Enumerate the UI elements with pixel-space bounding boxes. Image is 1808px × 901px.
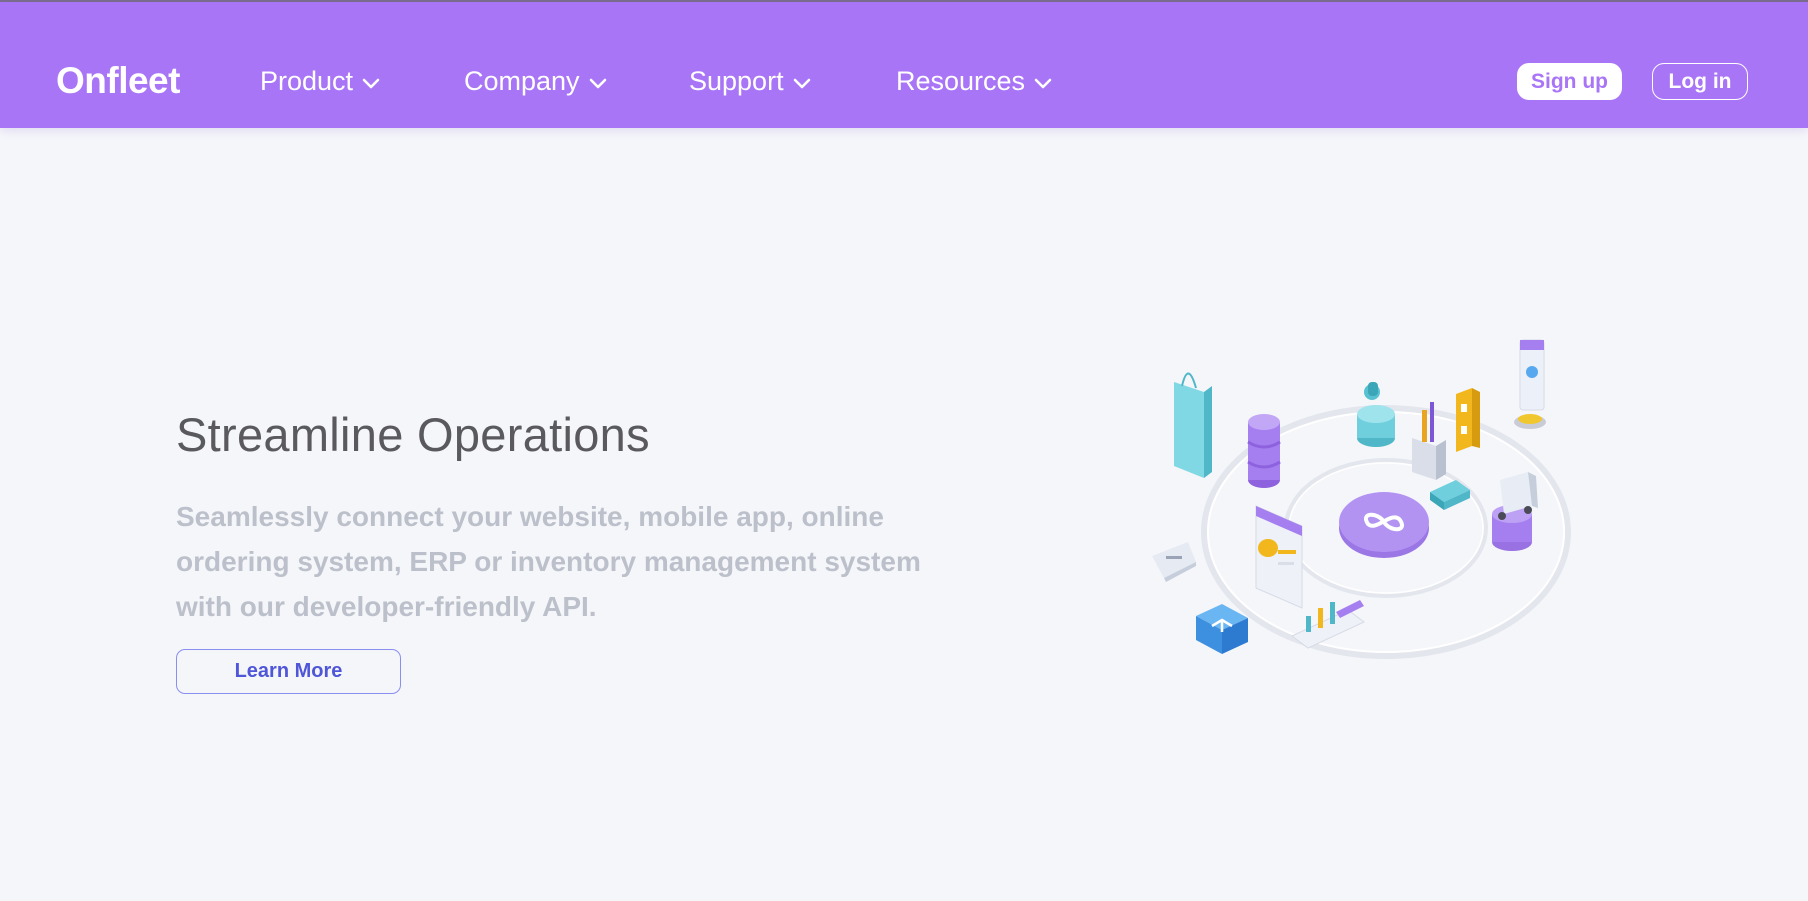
chat-bubble-icon xyxy=(1152,542,1196,582)
chevron-down-icon xyxy=(1034,78,1052,88)
scooter-icon xyxy=(1357,382,1395,447)
chevron-down-icon xyxy=(793,78,810,88)
shopping-bag-icon xyxy=(1174,372,1212,478)
truck-icon xyxy=(1492,472,1538,551)
nav-item-product[interactable]: Product xyxy=(260,66,381,97)
warehouse-icon xyxy=(1456,388,1480,452)
nav-item-resources[interactable]: Resources xyxy=(896,66,1053,97)
brand-logo[interactable]: Onfleet xyxy=(56,60,180,102)
api-integration-illustration xyxy=(1152,339,1571,659)
database-icon xyxy=(1247,414,1281,488)
nav-item-label: Product xyxy=(260,66,354,96)
chevron-down-icon xyxy=(362,78,380,88)
sign-up-button[interactable]: Sign up xyxy=(1517,63,1622,100)
hero-description: Seamlessly connect your website, mobile … xyxy=(176,501,921,622)
dashboard-chart-icon xyxy=(1291,600,1365,649)
nav-item-company[interactable]: Company xyxy=(464,66,608,97)
magento-icon xyxy=(1196,604,1248,654)
infinity-hub-icon xyxy=(1339,492,1429,558)
nav-item-label: Support xyxy=(689,66,784,96)
hero-title: Streamline Operations xyxy=(176,408,650,461)
nav-item-label: Resources xyxy=(896,66,1026,96)
phone-rating-icon xyxy=(1514,339,1546,429)
chevron-down-icon xyxy=(589,78,606,88)
order-form-icon xyxy=(1255,505,1303,609)
learn-more-button[interactable]: Learn More xyxy=(176,649,401,694)
log-in-button[interactable]: Log in xyxy=(1652,63,1748,100)
nav-item-label: Company xyxy=(464,66,580,96)
top-navigation-bar: Onfleet Product Company Support Resource… xyxy=(0,2,1808,128)
nav-item-support[interactable]: Support xyxy=(689,66,812,97)
